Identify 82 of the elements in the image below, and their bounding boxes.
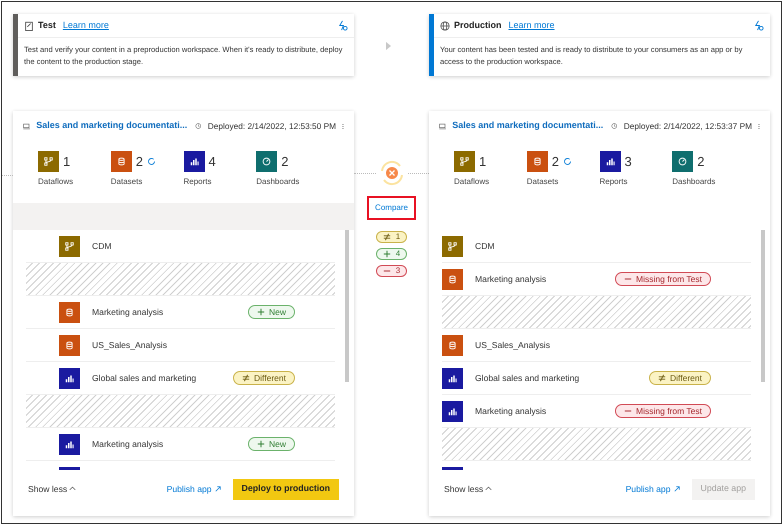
external-link-icon bbox=[214, 486, 221, 492]
publish-app-link[interactable]: Publish app bbox=[166, 482, 221, 496]
item-name: Global sales and marketing bbox=[92, 372, 196, 384]
report-icon bbox=[59, 434, 80, 454]
dataset-icon bbox=[526, 151, 548, 172]
report-icon bbox=[442, 400, 463, 422]
item-name: US_Sales_Analysis bbox=[92, 338, 167, 352]
external-link-icon bbox=[674, 486, 680, 492]
deploy-history-icon bbox=[611, 121, 618, 131]
deploy-history-icon bbox=[195, 121, 202, 131]
plus-icon bbox=[256, 440, 265, 448]
item-type-label: Reports bbox=[184, 176, 213, 188]
item-type-label: Reports bbox=[600, 176, 629, 188]
item-name: Marketing analysis bbox=[475, 404, 546, 418]
dataset-icon bbox=[110, 151, 132, 172]
item-type-label: Dashboards bbox=[672, 176, 716, 188]
item-count: 1 bbox=[63, 152, 70, 171]
status-badge: Missing from Test bbox=[615, 272, 711, 286]
not-equal-icon bbox=[382, 233, 391, 241]
status-badge: Different bbox=[233, 371, 295, 385]
item-type-label: Dataflows bbox=[38, 176, 74, 188]
report-icon bbox=[600, 151, 620, 172]
dataflow-icon bbox=[38, 151, 59, 172]
show-less-link[interactable]: Show less bbox=[28, 482, 76, 496]
dashboard-icon bbox=[256, 151, 278, 172]
deploy-button[interactable]: Deploy to production bbox=[232, 478, 339, 500]
learn-more-link[interactable]: Learn more bbox=[508, 18, 555, 32]
status-badge: New bbox=[248, 305, 295, 319]
item-name: CDM bbox=[475, 240, 495, 252]
item-name: US_Sales_Analysis bbox=[475, 338, 550, 352]
dataset-icon bbox=[59, 334, 80, 356]
compare-count: 1 bbox=[376, 231, 407, 243]
stage-title: Test bbox=[38, 18, 56, 32]
dataflow-icon bbox=[59, 236, 80, 256]
status-badge: Different bbox=[649, 371, 711, 385]
compare-count: 3 bbox=[376, 265, 407, 277]
not-equal-icon bbox=[242, 374, 250, 382]
item-type-label: Dataflows bbox=[454, 176, 490, 188]
item-count: 2 bbox=[697, 152, 704, 171]
item-count: 2 bbox=[281, 152, 288, 171]
publish-app-link[interactable]: Publish app bbox=[626, 482, 680, 496]
status-badge: New bbox=[248, 437, 295, 451]
workspace-icon bbox=[23, 122, 30, 130]
item-count: 3 bbox=[624, 152, 632, 171]
item-name: Marketing analysis bbox=[475, 272, 546, 286]
item-count: 1 bbox=[479, 152, 486, 171]
deployed-time: Deployed: 2/14/2022, 12:53:50 PM bbox=[208, 120, 336, 132]
report-icon bbox=[442, 368, 463, 388]
item-count: 4 bbox=[208, 152, 216, 171]
item-name: CDM bbox=[92, 240, 112, 252]
report-icon bbox=[184, 151, 204, 172]
chevron-up-icon bbox=[69, 486, 76, 492]
chevron-up-icon bbox=[485, 486, 492, 492]
stage-title: Production bbox=[454, 18, 502, 32]
item-type-label: Datasets bbox=[110, 176, 144, 188]
item-type-label: Dashboards bbox=[256, 176, 300, 188]
not-equal-icon bbox=[658, 374, 666, 382]
item-count: 2 bbox=[552, 152, 559, 171]
report-icon bbox=[59, 368, 80, 388]
plus-icon bbox=[382, 250, 391, 258]
item-name: Global sales and marketing bbox=[475, 372, 580, 384]
deployed-time: Deployed: 2/14/2022, 12:53:37 PM bbox=[624, 120, 752, 132]
dataset-icon bbox=[442, 334, 463, 356]
compare-count: 4 bbox=[376, 248, 407, 260]
dataflow-icon bbox=[442, 236, 463, 256]
workspace-link[interactable]: Sales and marketing documentati... bbox=[36, 119, 188, 133]
dataset-icon bbox=[442, 268, 463, 290]
show-less-link[interactable]: Show less bbox=[444, 482, 492, 496]
item-type-label: Datasets bbox=[526, 176, 560, 188]
plus-icon bbox=[256, 308, 265, 316]
dataflow-icon bbox=[454, 151, 475, 172]
workspace-link[interactable]: Sales and marketing documentati... bbox=[452, 119, 604, 133]
workspace-icon bbox=[439, 122, 446, 130]
arrow-right-icon bbox=[386, 41, 391, 51]
compare-link[interactable]: Compare bbox=[367, 196, 416, 220]
dataset-icon bbox=[59, 302, 80, 322]
item-count: 2 bbox=[136, 152, 143, 171]
status-badge: Missing from Test bbox=[615, 404, 711, 418]
dashboard-icon bbox=[672, 151, 694, 172]
item-name: Marketing analysis bbox=[92, 306, 164, 318]
learn-more-link[interactable]: Learn more bbox=[62, 18, 109, 32]
item-name: Marketing analysis bbox=[92, 438, 164, 450]
